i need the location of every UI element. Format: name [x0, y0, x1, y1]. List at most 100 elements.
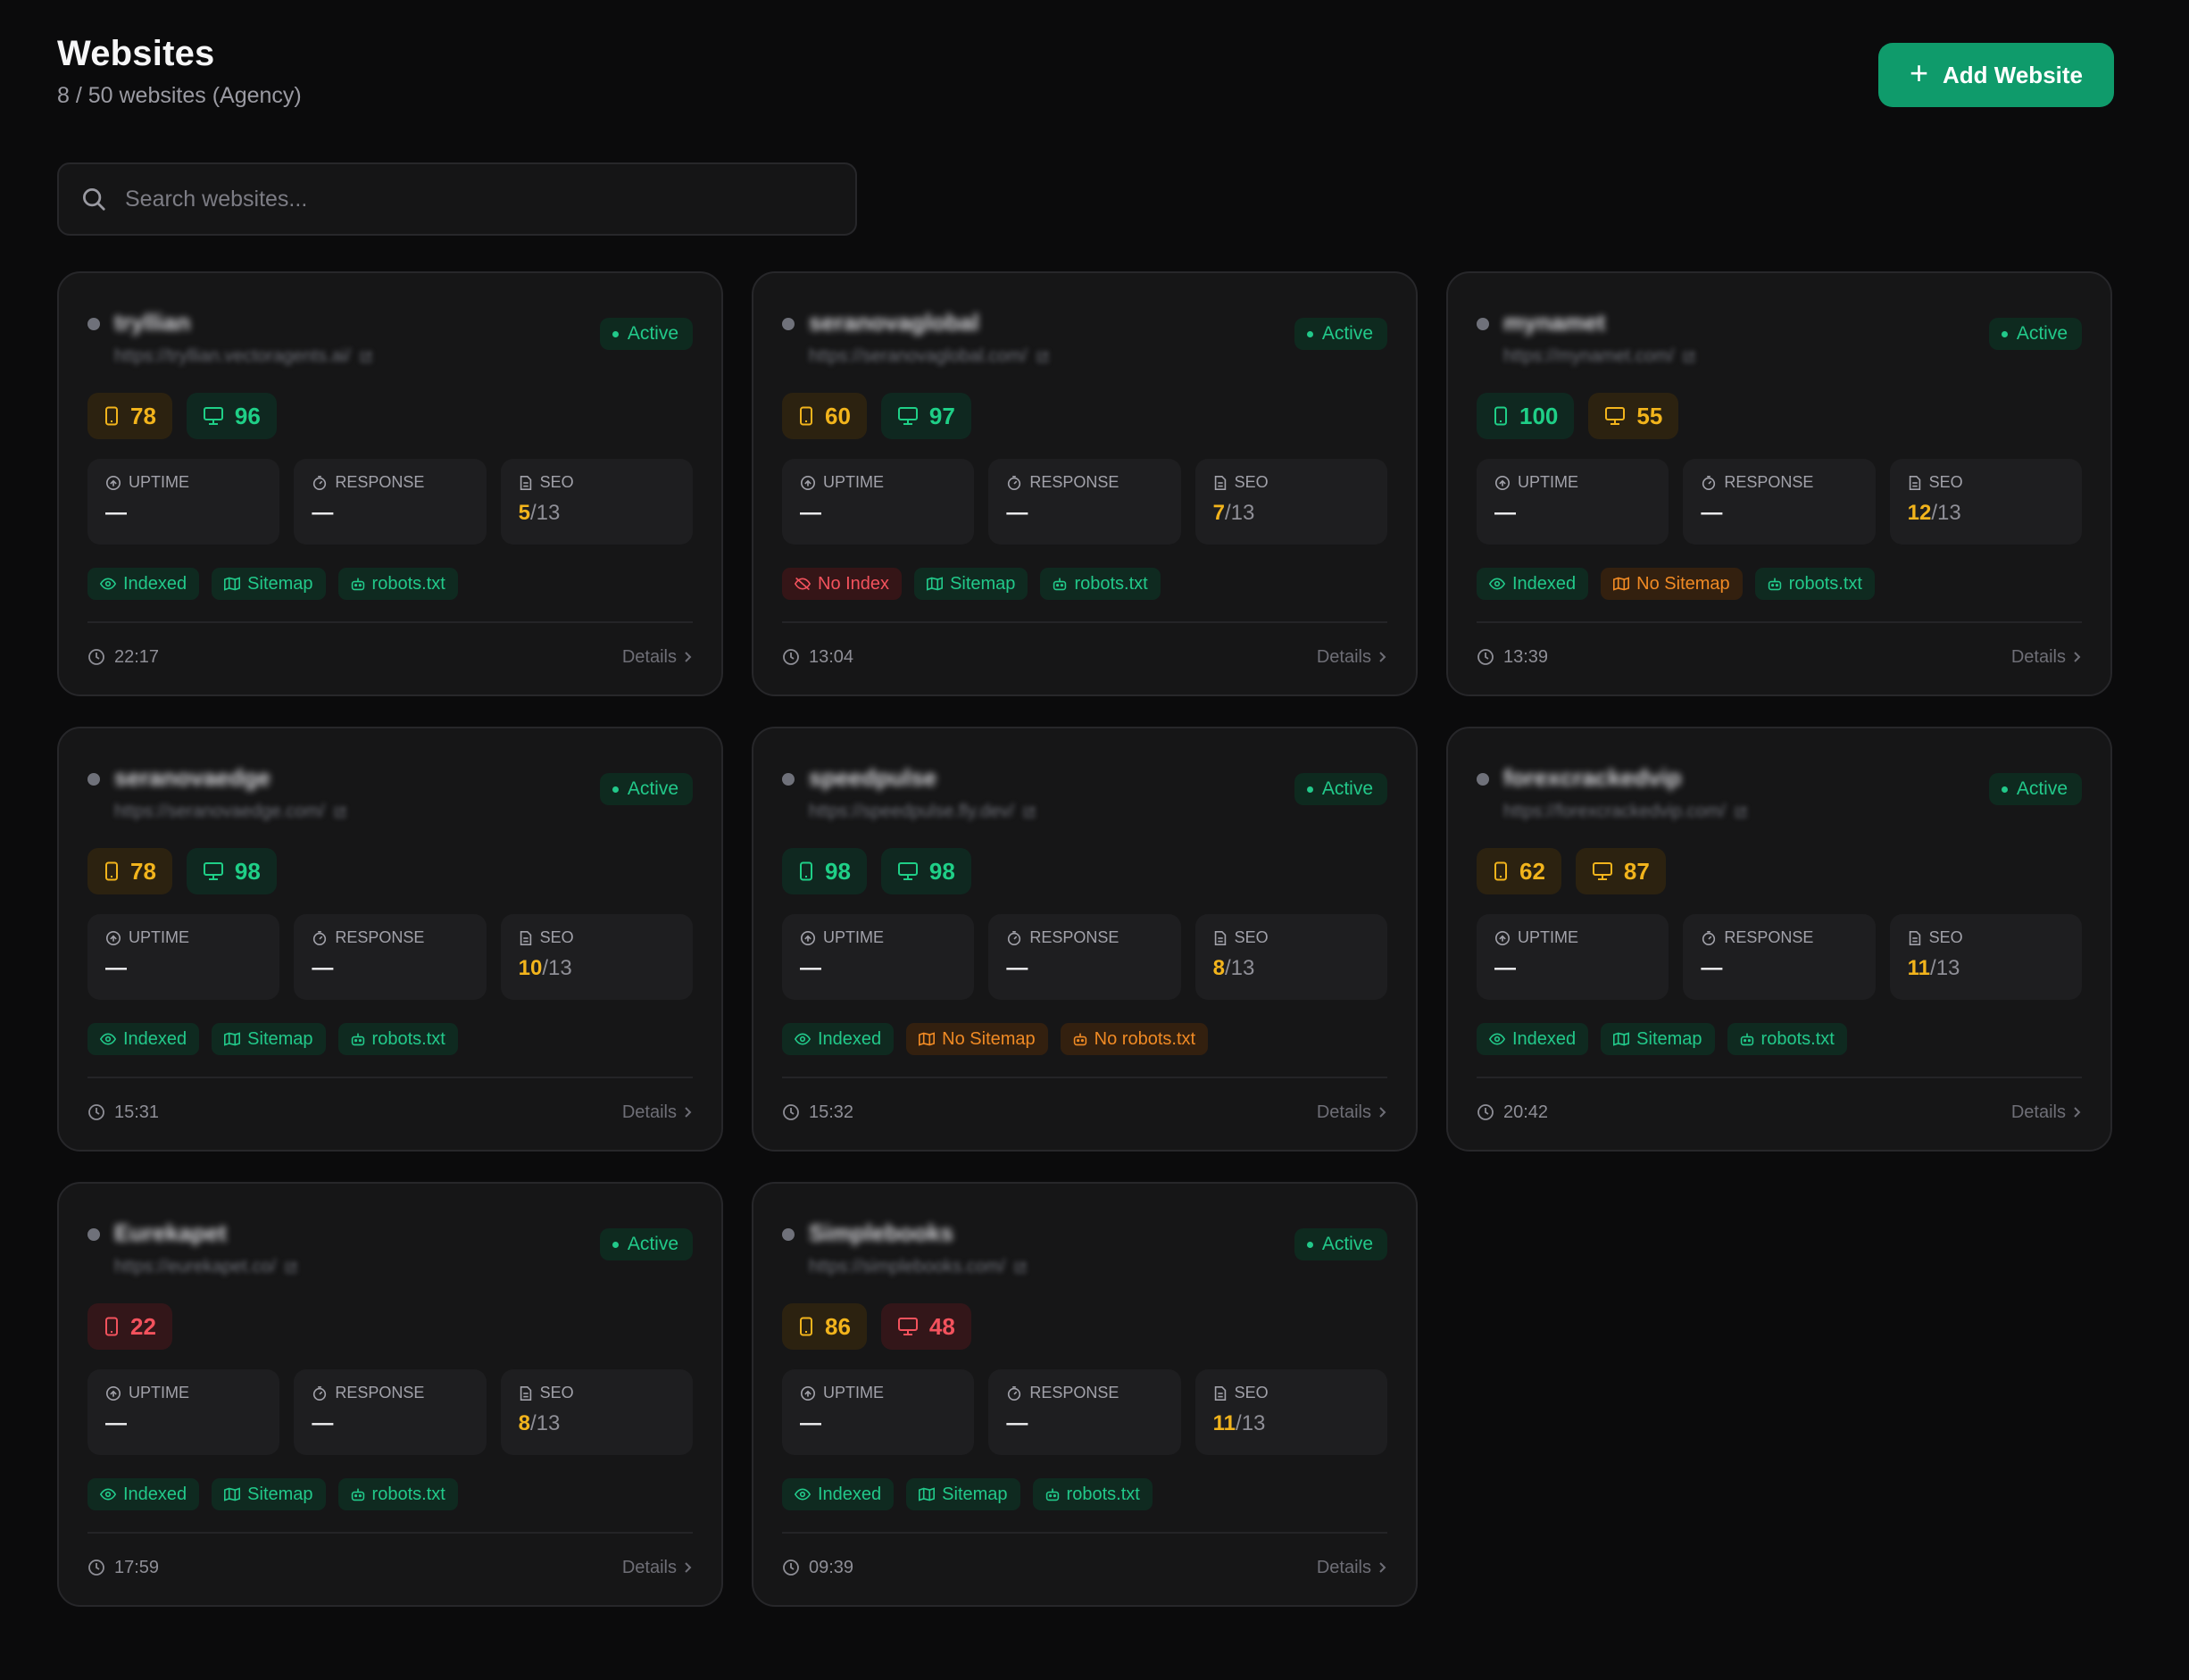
seo-score: 11 [1907, 956, 1931, 980]
seo-label-text: SEO [539, 473, 574, 491]
chevron-right-icon-svg [2074, 1107, 2081, 1118]
website-url-text: https://mynamet.com/ [1503, 346, 1675, 366]
tag-label: robots.txt [371, 1028, 445, 1049]
seo-icon-svg [1214, 1385, 1226, 1401]
uptime-metric-label: UPTIME [800, 473, 956, 492]
website-name[interactable]: seranovaglobal [809, 309, 979, 337]
details-link[interactable]: Details [1317, 1102, 1387, 1123]
response-metric: RESPONSE — [294, 914, 487, 1000]
map-icon [224, 577, 241, 591]
seo-metric-value: 10/13 [519, 956, 675, 981]
website-name[interactable]: tryllian [114, 309, 190, 337]
external-link-icon-svg [1015, 1261, 1026, 1273]
external-link-icon-svg [1735, 806, 1746, 818]
website-name[interactable]: forexcrackedvip [1503, 764, 1681, 792]
tag-label: robots.txt [1788, 573, 1862, 594]
website-url[interactable]: https://simplebooks.com/ [809, 1257, 1027, 1277]
desktop-score-value: 98 [234, 857, 261, 885]
website-card[interactable]: Simplebooks https://simplebooks.com/Activ… [752, 1182, 1418, 1607]
mobile-score: 86 [782, 1303, 867, 1350]
website-name[interactable]: speedpulse [809, 764, 936, 792]
seo-total: /13 [530, 501, 561, 525]
indexing-tags: Indexed Sitemap robots.txt [87, 1478, 458, 1510]
desktop-icon [897, 1317, 919, 1336]
card-divider [87, 1532, 693, 1534]
website-url[interactable]: https://speedpulse.fly.dev/ [809, 802, 1036, 822]
mobile-score: 22 [87, 1303, 172, 1350]
seo-label-text: SEO [1928, 928, 1963, 946]
desktop-icon [897, 861, 919, 881]
map-icon-svg [1613, 1032, 1630, 1046]
website-url[interactable]: https://forexcrackedvip.com/ [1503, 802, 1747, 822]
website-card[interactable]: seranovaglobal https://seranovaglobal.com… [752, 271, 1418, 696]
details-label: Details [2010, 1102, 2066, 1122]
website-name[interactable]: Simplebooks [809, 1219, 953, 1247]
mobile-score-value: 60 [825, 402, 851, 429]
chevron-right-icon [684, 1561, 693, 1574]
details-link[interactable]: Details [1317, 1558, 1387, 1578]
website-card[interactable]: seranovaedge https://seranovaedge.com/Act… [57, 727, 723, 1152]
card-divider [782, 1532, 1387, 1534]
uptime-metric-label: UPTIME [105, 473, 262, 492]
seo-metric-label: SEO [1213, 928, 1369, 947]
indexing-tags: Indexed No Sitemap No robots.txt [782, 1023, 1209, 1055]
seo-icon [1213, 1385, 1228, 1401]
website-card[interactable]: forexcrackedvip https://forexcrackedvip.c… [1446, 727, 2112, 1152]
website-name[interactable]: Eurekapet [114, 1219, 227, 1247]
card-divider [87, 621, 693, 623]
website-name[interactable]: seranovaedge [114, 764, 271, 792]
uptime-icon [105, 930, 121, 946]
desktop-icon-svg [203, 407, 223, 425]
mobile-icon [798, 1317, 814, 1336]
pagespeed-scores: 62 87 [1477, 848, 1666, 894]
desktop-score-value: 48 [928, 1312, 955, 1340]
card-divider [782, 621, 1387, 623]
tag-label: Indexed [818, 1028, 882, 1049]
details-link[interactable]: Details [2011, 647, 2082, 668]
tag-label: robots.txt [1074, 573, 1148, 594]
website-url[interactable]: https://seranovaedge.com/ [114, 802, 346, 822]
website-card[interactable]: Eurekapet https://eurekapet.co/Active 22 UP… [57, 1182, 723, 1607]
mobile-icon-svg [800, 861, 812, 881]
tag-bot: robots.txt [337, 1478, 458, 1510]
status-dot [782, 1228, 795, 1241]
seo-score: 7 [1212, 501, 1226, 525]
website-url[interactable]: https://mynamet.com/ [1503, 346, 1695, 367]
website-card[interactable]: tryllian https://tryllian.vectoragents.ai… [57, 271, 723, 696]
desktop-score-value: 96 [234, 402, 261, 429]
bot-icon-svg [1740, 1033, 1753, 1046]
website-url[interactable]: https://eurekapet.co/ [114, 1257, 297, 1277]
status-badge-label: Active [627, 778, 678, 799]
details-link[interactable]: Details [1317, 647, 1387, 668]
response-label-text: RESPONSE [335, 1384, 425, 1401]
tag-eye: Indexed [87, 1023, 200, 1055]
response-icon-svg [313, 930, 327, 945]
details-link[interactable]: Details [622, 1558, 693, 1578]
desktop-score: 96 [186, 393, 277, 439]
uptime-icon [105, 1385, 121, 1401]
website-card[interactable]: mynamet https://mynamet.com/Active 100 55 UP… [1446, 271, 2112, 696]
seo-metric-value: 11/13 [1213, 1411, 1369, 1436]
page-header: Websites 8 / 50 websites (Agency) [57, 34, 302, 109]
desktop-score: 87 [1575, 848, 1666, 894]
desktop-score: 97 [880, 393, 971, 439]
pagespeed-scores: 78 96 [87, 393, 277, 439]
website-url[interactable]: https://tryllian.vectoragents.ai/ [114, 346, 372, 367]
website-name[interactable]: mynamet [1503, 309, 1605, 337]
response-metric: RESPONSE — [1683, 459, 1876, 545]
seo-metric-value: 11/13 [1908, 956, 2064, 981]
status-badge: Active [1988, 773, 2082, 805]
response-metric-value: — [312, 1411, 334, 1435]
bot-icon [1073, 1032, 1087, 1046]
details-link[interactable]: Details [2011, 1102, 2082, 1123]
details-link[interactable]: Details [622, 647, 693, 668]
website-url[interactable]: https://seranovaglobal.com/ [809, 346, 1049, 367]
uptime-metric: UPTIME — [87, 1369, 280, 1455]
details-link[interactable]: Details [622, 1102, 693, 1123]
mobile-icon-svg [105, 1317, 118, 1336]
add-website-button[interactable]: + Add Website [1878, 43, 2114, 107]
website-card[interactable]: speedpulse https://speedpulse.fly.dev/Act… [752, 727, 1418, 1152]
search-input[interactable] [125, 186, 803, 212]
uptime-icon-svg [800, 930, 816, 945]
desktop-icon-svg [897, 862, 918, 880]
